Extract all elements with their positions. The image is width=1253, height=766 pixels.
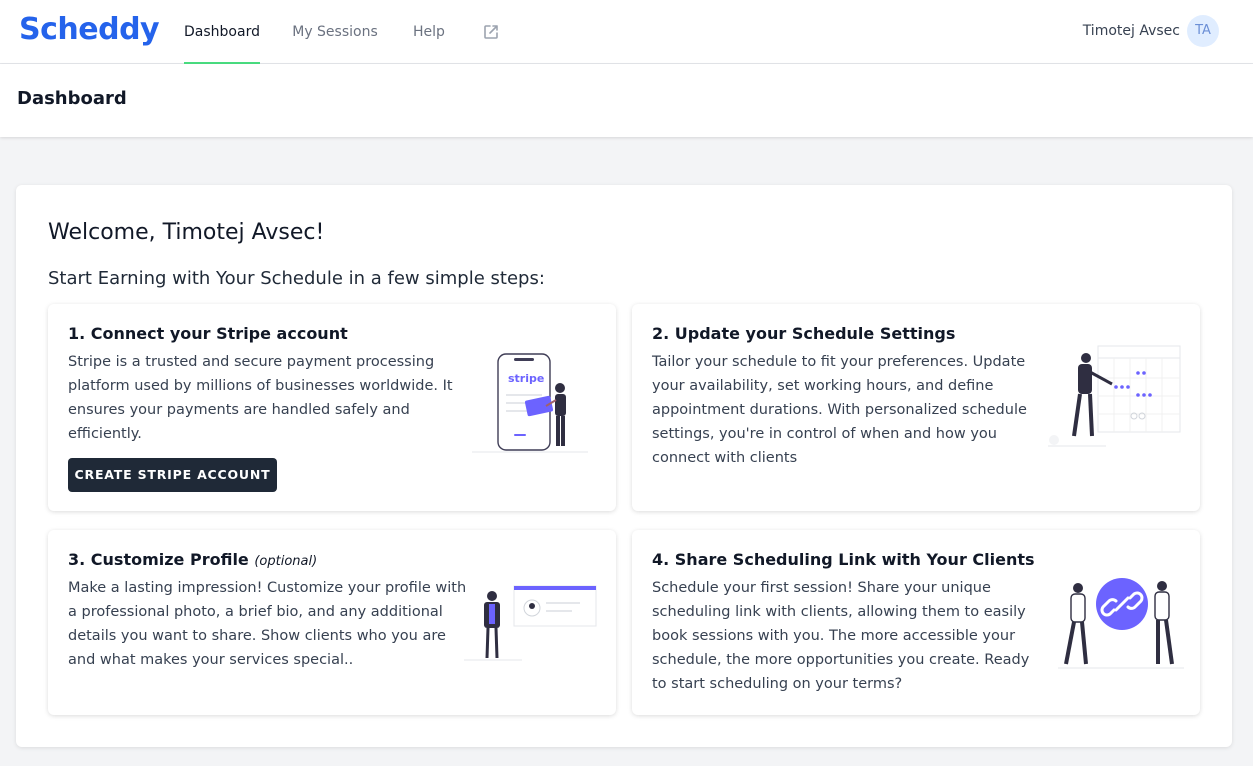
step-card-schedule-settings: 2. Update your Schedule Settings Tailor … bbox=[632, 304, 1200, 511]
step-description: Stripe is a trusted and secure payment p… bbox=[68, 354, 453, 442]
welcome-heading: Welcome, Timotej Avsec! bbox=[48, 220, 325, 245]
schedule-calendar-illustration bbox=[1048, 345, 1181, 447]
step-card-stripe: 1. Connect your Stripe account Stripe is… bbox=[48, 304, 616, 511]
create-stripe-account-button[interactable]: CREATE STRIPE ACCOUNT bbox=[68, 458, 277, 492]
top-navbar: Scheddy Dashboard My Sessions Help Timot… bbox=[0, 0, 1253, 64]
app-logo[interactable]: Scheddy bbox=[19, 12, 160, 47]
step-title: 1. Connect your Stripe account bbox=[68, 324, 348, 343]
step-card-customize-profile: 3. Customize Profile (optional) Make a l… bbox=[48, 530, 616, 715]
stripe-phone-illustration: stripe bbox=[472, 353, 588, 453]
steps-subtitle: Start Earning with Your Schedule in a fe… bbox=[48, 268, 545, 289]
step-description: Schedule your first session! Share your … bbox=[652, 580, 1030, 692]
welcome-card: Welcome, Timotej Avsec! Start Earning wi… bbox=[16, 185, 1232, 747]
optional-label: (optional) bbox=[254, 554, 318, 569]
external-link-icon[interactable] bbox=[482, 23, 500, 41]
nav-my-sessions[interactable]: My Sessions bbox=[290, 0, 380, 64]
page-title: Dashboard bbox=[17, 88, 127, 109]
share-link-illustration bbox=[1058, 578, 1184, 669]
step-title-text: 3. Customize Profile bbox=[68, 550, 249, 569]
step-title: 4. Share Scheduling Link with Your Clien… bbox=[652, 550, 1035, 569]
page-header: Dashboard bbox=[0, 64, 1253, 137]
avatar[interactable]: TA bbox=[1187, 15, 1219, 47]
nav-help[interactable]: Help bbox=[408, 0, 450, 64]
step-title: 2. Update your Schedule Settings bbox=[652, 324, 956, 343]
nav-dashboard[interactable]: Dashboard bbox=[184, 0, 260, 64]
step-description: Tailor your schedule to fit your prefere… bbox=[652, 354, 1027, 466]
stripe-logo-text: stripe bbox=[508, 372, 544, 385]
step-description: Make a lasting impression! Customize you… bbox=[68, 580, 467, 668]
step-card-share-link: 4. Share Scheduling Link with Your Clien… bbox=[632, 530, 1200, 715]
step-title: 3. Customize Profile (optional) bbox=[68, 550, 317, 569]
profile-card-illustration bbox=[464, 585, 597, 661]
user-name[interactable]: Timotej Avsec bbox=[1060, 0, 1180, 64]
